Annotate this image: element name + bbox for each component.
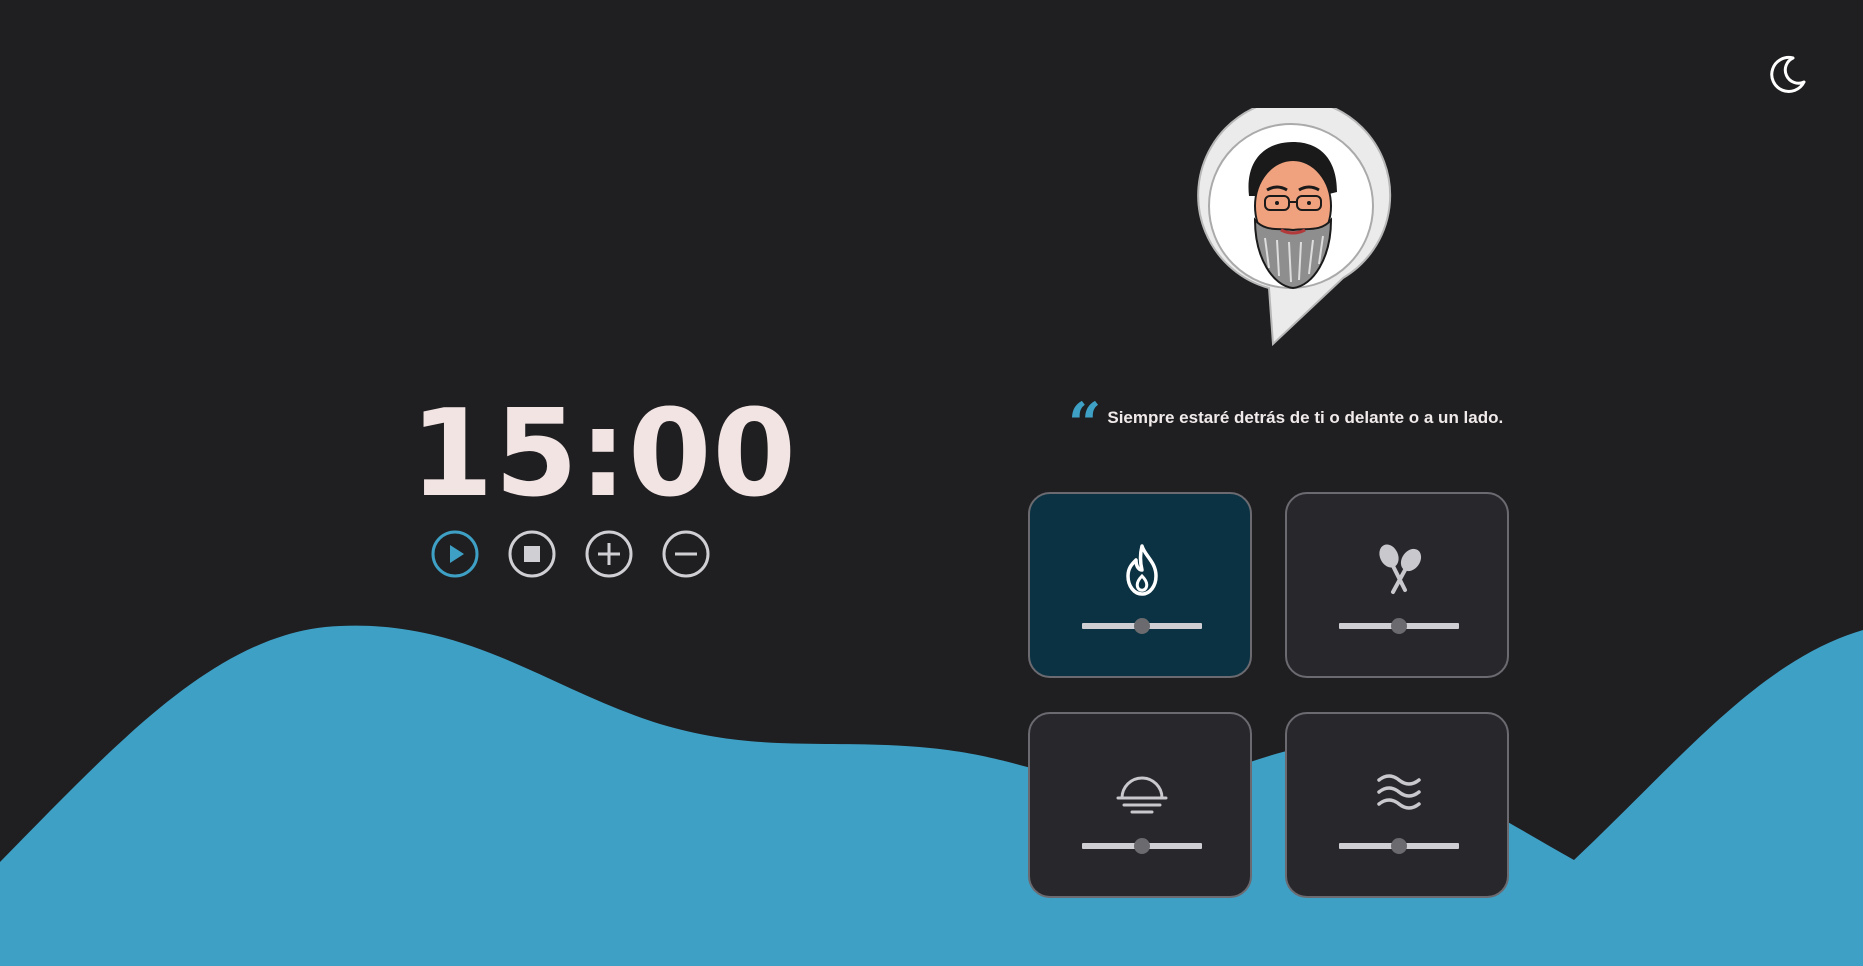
waves-icon [1377,774,1421,810]
timer-display: 15:00 [410,385,797,524]
timer-controls [431,530,710,578]
avatar [1193,98,1393,348]
speech-bubble-avatar [1197,98,1392,347]
app-root: 15:00 “ Siempre estaré detrás de ti o de… [0,0,1863,966]
maracas-icon [1379,544,1422,594]
add-time-button[interactable] [585,530,633,578]
volume-thumb[interactable] [1391,618,1407,634]
theme-toggle-button[interactable] [1766,52,1810,96]
play-button[interactable] [431,530,479,578]
moon-icon [1770,55,1806,93]
volume-slider[interactable] [1339,618,1459,634]
volume-slider[interactable] [1082,838,1202,854]
volume-thumb[interactable] [1134,618,1150,634]
volume-slider[interactable] [1082,618,1202,634]
stop-button[interactable] [508,530,556,578]
volume-thumb[interactable] [1391,838,1407,854]
quote: “ Siempre estaré detrás de ti o delante … [1068,390,1504,458]
sunset-icon [1116,776,1168,814]
fire-icon [1126,544,1158,596]
stop-icon [508,530,556,578]
quote-text: Siempre estaré detrás de ti o delante o … [1107,408,1504,427]
sound-card-maracas[interactable] [1285,492,1509,678]
sound-card-fire[interactable] [1028,492,1252,678]
subtract-time-button[interactable] [662,530,710,578]
background-wave [0,625,1863,966]
volume-thumb[interactable] [1134,838,1150,854]
sound-card-waves[interactable] [1285,712,1509,898]
minus-icon [662,530,710,578]
play-icon [431,530,479,578]
quote-mark-icon: “ [1068,390,1102,458]
plus-icon [585,530,633,578]
volume-slider[interactable] [1339,838,1459,854]
sound-card-sunset[interactable] [1028,712,1252,898]
